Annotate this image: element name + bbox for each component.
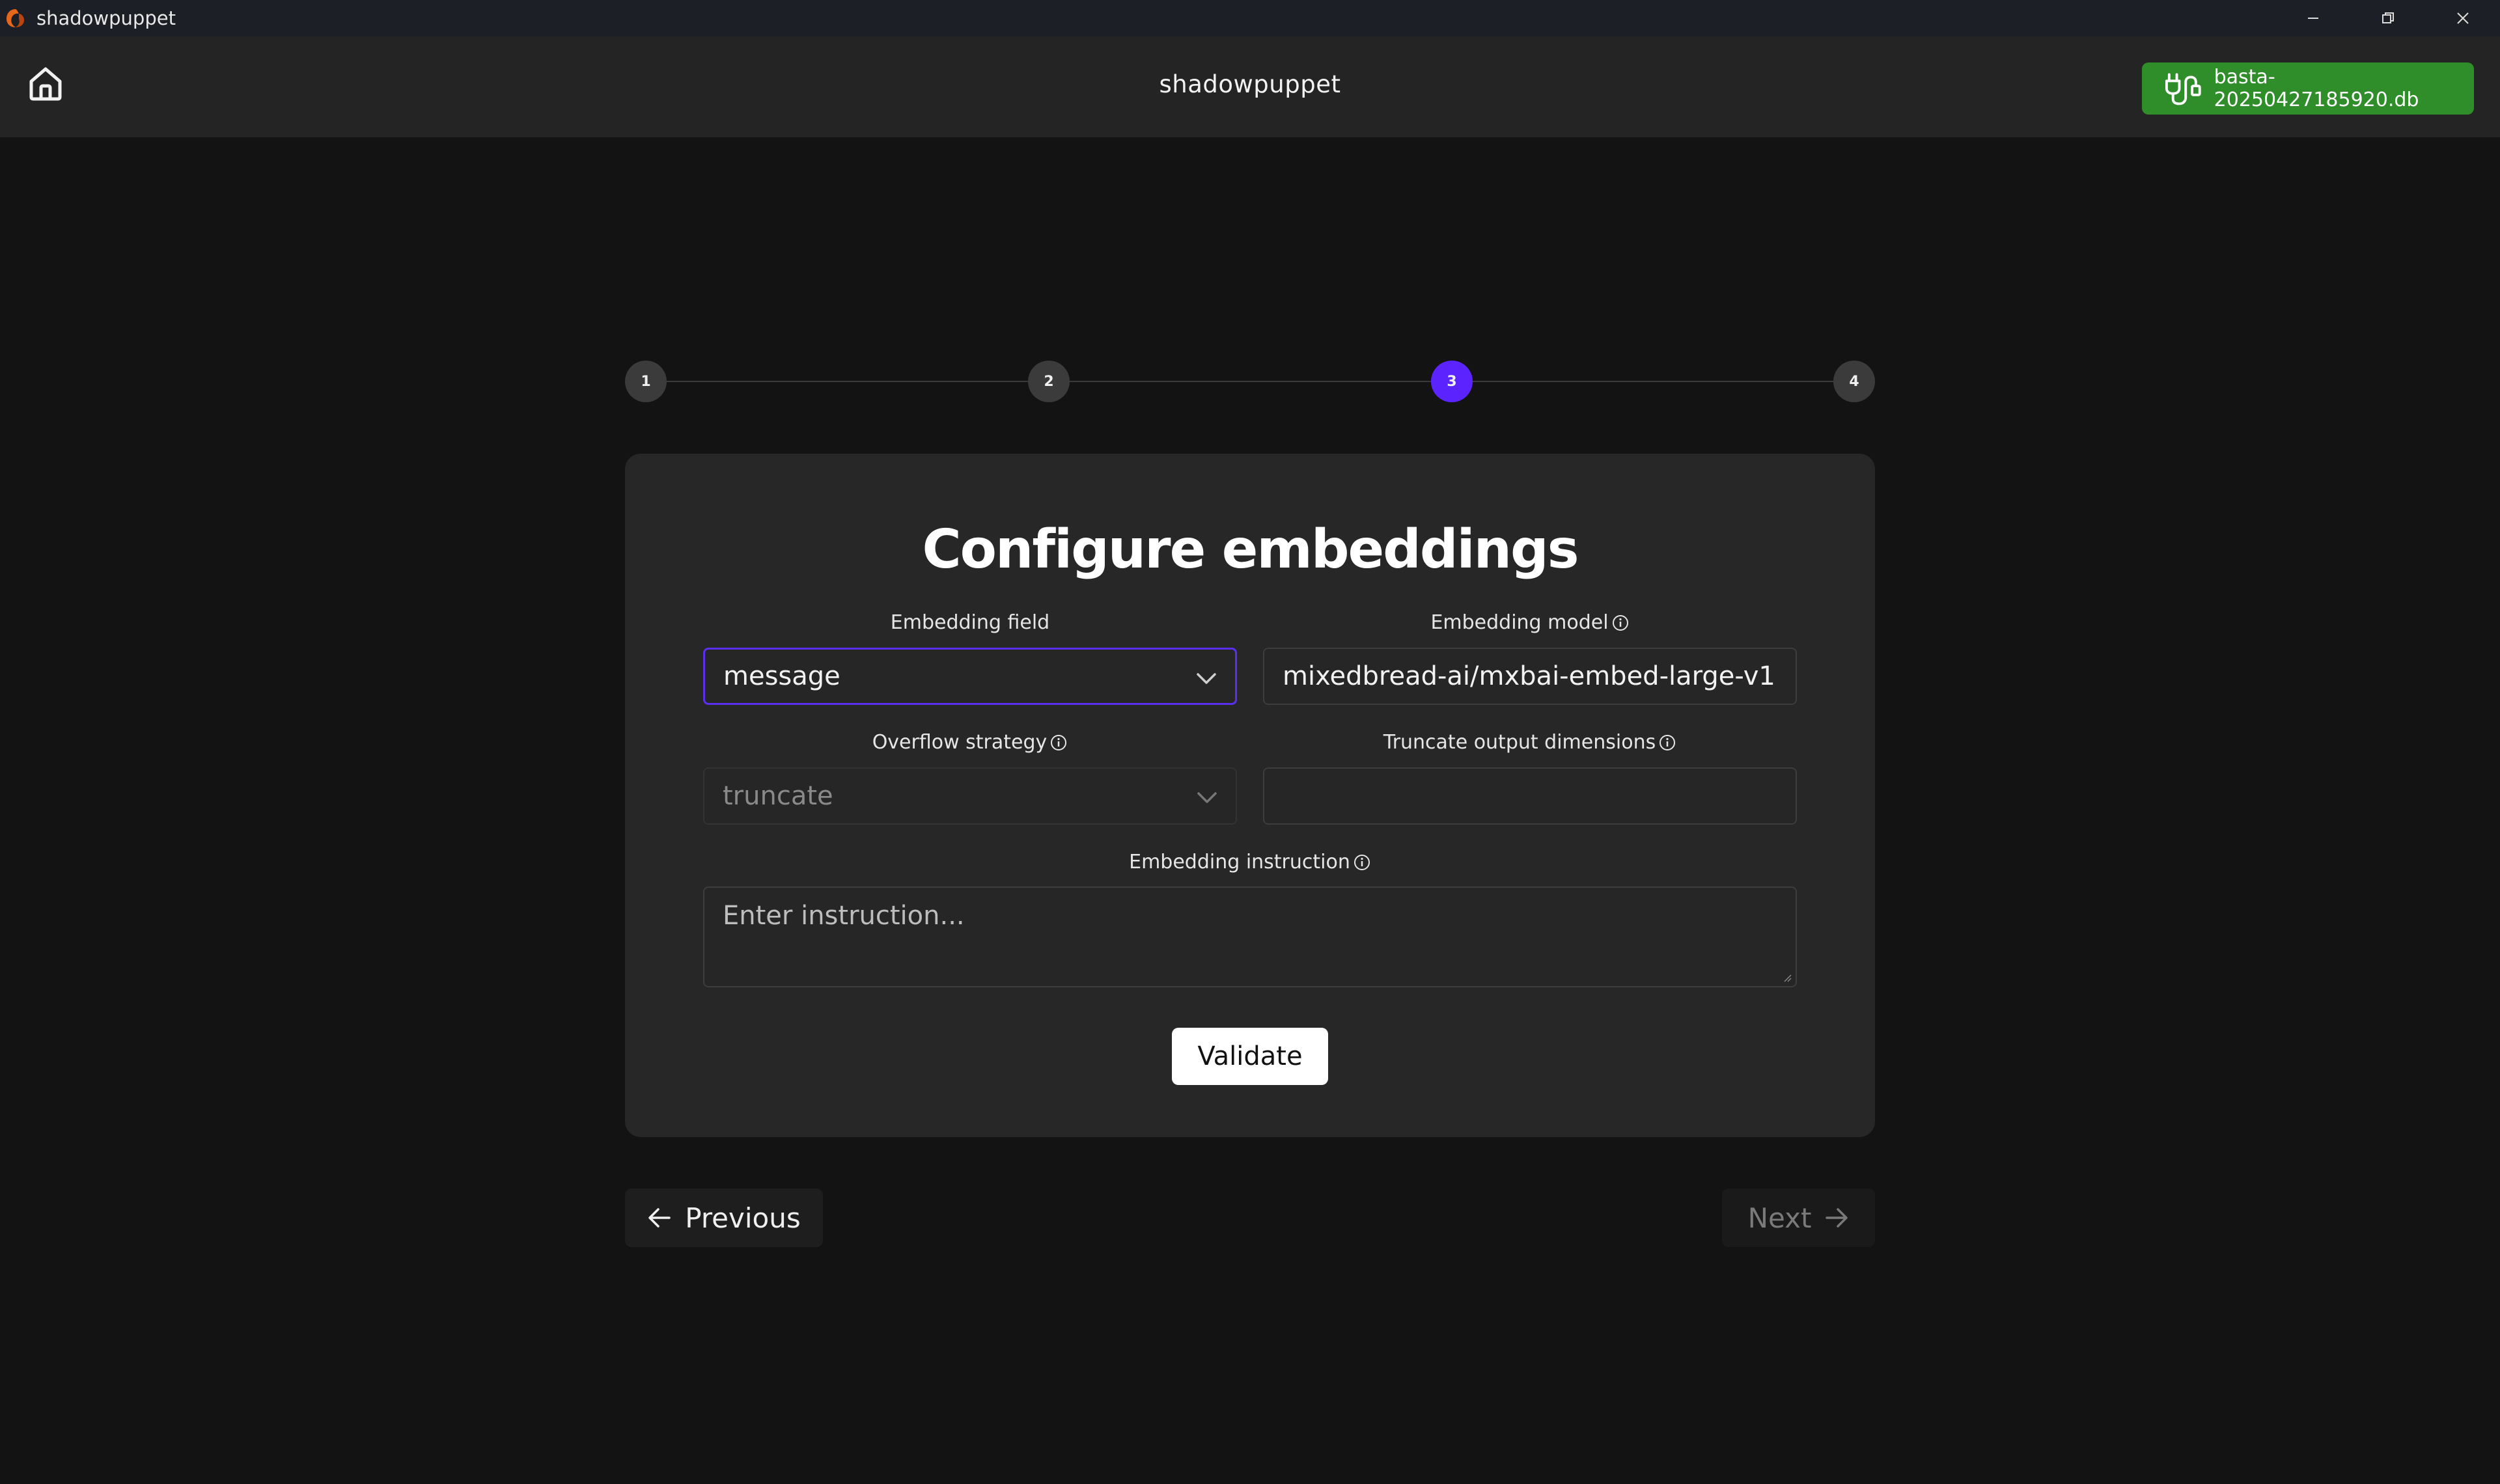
- embedding-instruction-placeholder: Enter instruction...: [723, 901, 965, 931]
- stepper-track: [646, 381, 1854, 382]
- previous-label: Previous: [685, 1202, 801, 1234]
- progress-stepper: 1 2 3 4: [625, 361, 1875, 402]
- embedding-model-label: Embedding model: [1263, 611, 1797, 634]
- minimize-icon: [2307, 18, 2318, 19]
- page-title: Configure embeddings: [922, 519, 1579, 581]
- restore-icon: [2382, 12, 2394, 23]
- validate-button[interactable]: Validate: [1172, 1028, 1328, 1085]
- step-4[interactable]: 4: [1833, 361, 1875, 402]
- database-badge-button[interactable]: basta-20250427185920.db: [2142, 62, 2474, 115]
- embedding-instruction-textarea[interactable]: Enter instruction...: [703, 886, 1797, 987]
- configure-embeddings-card: Configure embeddings Embedding field mes…: [625, 454, 1875, 1137]
- step-1[interactable]: 1: [625, 361, 667, 402]
- info-icon[interactable]: [1353, 853, 1371, 872]
- overflow-strategy-label: Overflow strategy: [703, 731, 1237, 754]
- window-title: shadowpuppet: [36, 7, 176, 29]
- resize-handle-icon[interactable]: [1781, 972, 1792, 982]
- arrow-left-icon: [648, 1208, 671, 1228]
- truncate-dimensions-label: Truncate output dimensions: [1263, 731, 1797, 754]
- app-header: shadowpuppet basta-20250427185920.db: [0, 36, 2500, 137]
- minimize-button[interactable]: [2275, 0, 2350, 36]
- embedding-model-input[interactable]: mixedbread-ai/mxbai-embed-large-v1: [1263, 648, 1797, 705]
- step-2[interactable]: 2: [1028, 361, 1070, 402]
- embedding-field-value: message: [723, 661, 840, 691]
- step-3-active[interactable]: 3: [1431, 361, 1473, 402]
- arrow-right-icon: [1826, 1208, 1848, 1228]
- next-label: Next: [1747, 1202, 1812, 1234]
- chevron-down-icon: [1197, 792, 1217, 803]
- plug-icon: [2165, 73, 2201, 105]
- embedding-field-label: Embedding field: [890, 611, 1050, 634]
- info-icon[interactable]: [1658, 734, 1676, 752]
- close-button[interactable]: [2425, 0, 2500, 36]
- overflow-strategy-value: truncate: [723, 781, 833, 811]
- info-icon[interactable]: [1049, 734, 1068, 752]
- window-titlebar: shadowpuppet: [0, 0, 2500, 36]
- next-button[interactable]: Next: [1722, 1189, 1875, 1247]
- embedding-model-value: mixedbread-ai/mxbai-embed-large-v1: [1283, 661, 1775, 691]
- header-title: shadowpuppet: [1159, 70, 1341, 98]
- close-icon: [2456, 12, 2469, 24]
- app-logo-icon: [3, 5, 29, 31]
- previous-button[interactable]: Previous: [625, 1189, 823, 1247]
- truncate-dimensions-input[interactable]: [1263, 767, 1797, 825]
- database-name-label: basta-20250427185920.db: [2214, 66, 2419, 111]
- embedding-field-select[interactable]: message: [703, 648, 1237, 705]
- embedding-instruction-label: Embedding instruction: [703, 851, 1797, 873]
- overflow-strategy-select[interactable]: truncate: [703, 767, 1237, 825]
- chevron-down-icon: [1197, 673, 1216, 684]
- restore-button[interactable]: [2350, 0, 2425, 36]
- info-icon[interactable]: [1611, 614, 1630, 632]
